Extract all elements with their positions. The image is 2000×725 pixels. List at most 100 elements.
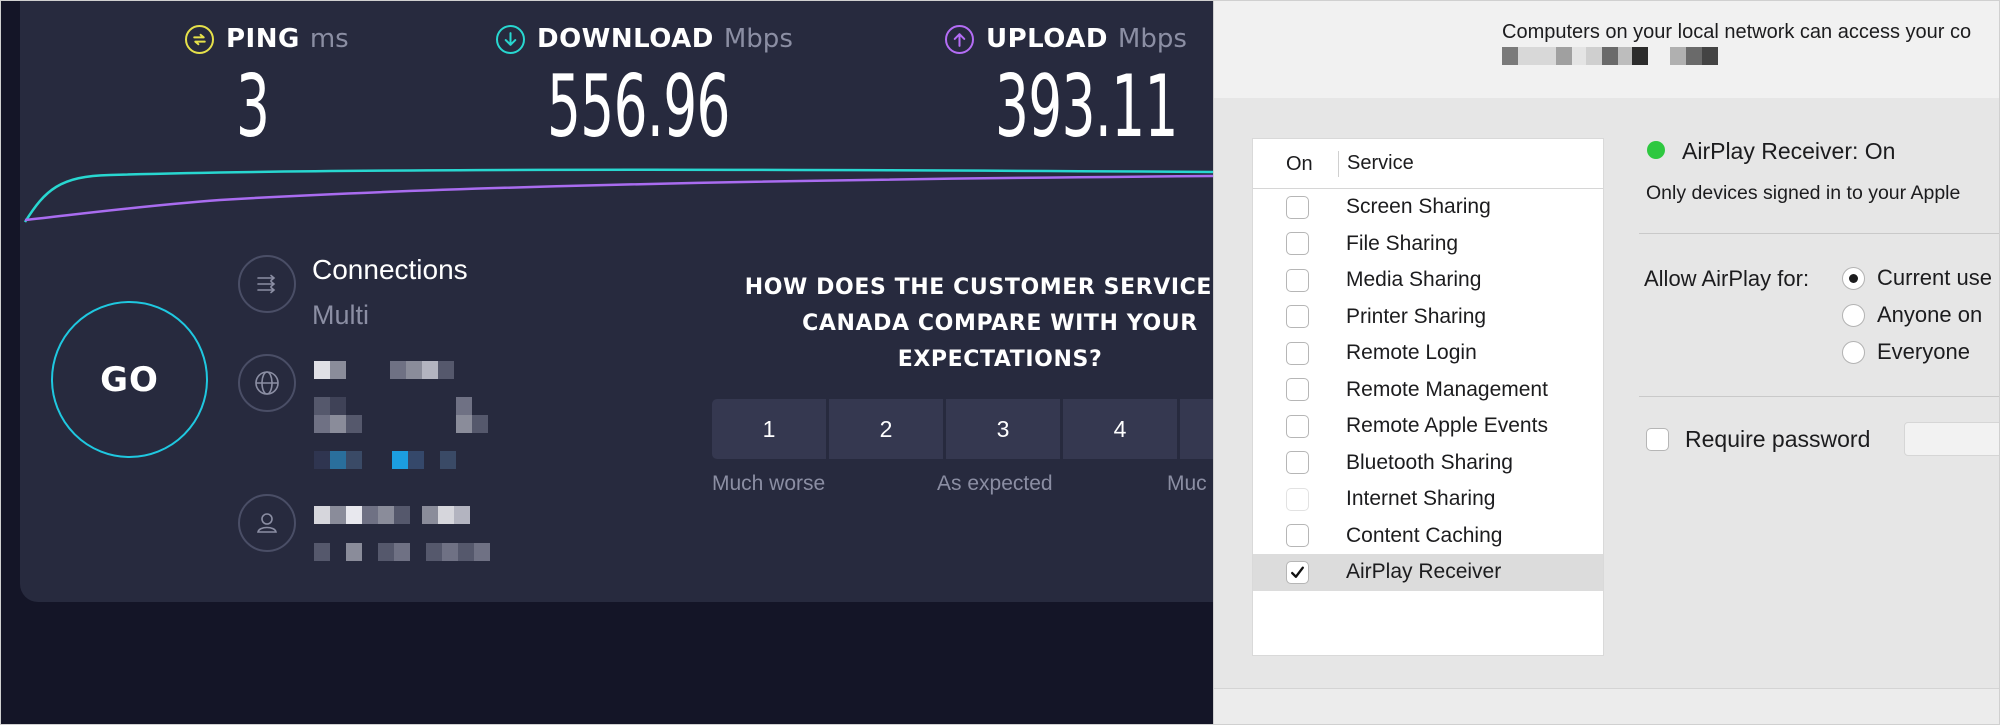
service-label: Screen Sharing: [1346, 195, 1491, 219]
upload-label: UPLOAD: [986, 24, 1108, 54]
password-field[interactable]: [1904, 422, 2000, 456]
server-change-redacted: [314, 451, 456, 469]
radio-button[interactable]: [1842, 340, 1865, 364]
radio-label: Anyone on: [1877, 302, 1983, 327]
ping-label: PING: [226, 24, 300, 54]
service-checkbox-airplay-receiver[interactable]: [1286, 560, 1309, 584]
service-row-file-sharing[interactable]: File Sharing: [1253, 226, 1603, 263]
upload-icon: [945, 24, 974, 54]
upload-speed-line: [24, 174, 1213, 222]
upload-metric: UPLOAD Mbps 393.11: [945, 22, 1213, 152]
service-row-remote-management[interactable]: Remote Management: [1253, 372, 1603, 409]
speedtest-panel: PING ms 3 DOWNLOAD Mbps 556.96 UPLOAD Mb…: [0, 0, 1213, 725]
sharing-footer: [1214, 688, 2000, 725]
server-location-redacted: [314, 397, 472, 415]
computer-name-redacted: [1502, 47, 1718, 65]
service-row-remote-apple-events[interactable]: Remote Apple Events: [1253, 408, 1603, 445]
upload-value: 393.11: [995, 57, 1178, 157]
radio-label: Current use: [1877, 265, 1992, 290]
service-checkbox-screen-sharing[interactable]: [1286, 195, 1309, 219]
ping-metric: PING ms 3: [185, 22, 349, 152]
service-label: Remote Apple Events: [1346, 414, 1548, 438]
download-icon: [496, 24, 525, 54]
checkmark-icon: [1291, 566, 1304, 578]
network-note: Computers on your local network can acce…: [1502, 21, 1972, 43]
service-checkbox-remote-login[interactable]: [1286, 341, 1309, 365]
user-icon: [238, 494, 296, 552]
globe-icon: [238, 354, 296, 412]
radio-everyone[interactable]: Everyone: [1842, 339, 1970, 365]
service-list-header: On Service: [1253, 139, 1603, 189]
sharing-settings-panel: Computers on your local network can acce…: [1213, 0, 2000, 725]
service-checkbox-remote-management[interactable]: [1286, 378, 1309, 402]
service-label: File Sharing: [1346, 231, 1459, 255]
service-row-airplay-receiver[interactable]: AirPlay Receiver: [1253, 554, 1603, 591]
isp-ip-redacted: [314, 543, 490, 561]
service-checkbox-content-caching[interactable]: [1286, 524, 1309, 548]
radio-button[interactable]: [1842, 303, 1865, 327]
radio-current-user[interactable]: Current use: [1842, 265, 1992, 291]
status-indicator: [1647, 141, 1665, 159]
service-checkbox-printer-sharing[interactable]: [1286, 305, 1309, 329]
require-password-checkbox[interactable]: [1646, 428, 1669, 451]
rating-button-4[interactable]: 4: [1063, 399, 1177, 459]
service-label: Content Caching: [1346, 523, 1503, 547]
service-checkbox-media-sharing[interactable]: [1286, 268, 1309, 292]
download-label: DOWNLOAD: [537, 24, 714, 54]
ping-icon: [185, 24, 214, 54]
rating-button-1[interactable]: 1: [712, 399, 826, 459]
sharing-header: Computers on your local network can acce…: [1214, 0, 2000, 98]
download-unit: Mbps: [723, 24, 793, 54]
download-metric: DOWNLOAD Mbps 556.96: [496, 22, 842, 152]
rating-button-5[interactable]: [1180, 399, 1213, 459]
server-host-redacted: [314, 415, 488, 433]
download-value: 556.96: [547, 57, 730, 157]
connections-value: Multi: [312, 300, 370, 330]
service-label: Bluetooth Sharing: [1346, 450, 1513, 474]
service-row-remote-login[interactable]: Remote Login: [1253, 335, 1603, 372]
server-name-redacted: [314, 361, 454, 379]
speed-graph: [23, 168, 1213, 223]
isp-name-redacted: [314, 506, 470, 524]
service-checkbox-file-sharing[interactable]: [1286, 232, 1309, 256]
rating-caption-worse: Much worse: [712, 472, 826, 495]
service-row-screen-sharing[interactable]: Screen Sharing: [1253, 189, 1603, 226]
service-checkbox-internet-sharing[interactable]: [1286, 487, 1309, 511]
service-label: AirPlay Receiver: [1346, 560, 1502, 584]
divider: [1639, 396, 2000, 397]
service-rows: Screen Sharing File Sharing Media Sharing P…: [1253, 189, 1603, 591]
connections-title: Connections: [312, 254, 468, 285]
radio-selected-dot: [1849, 273, 1858, 283]
service-label: Internet Sharing: [1346, 487, 1496, 511]
service-row-bluetooth-sharing[interactable]: Bluetooth Sharing: [1253, 445, 1603, 482]
service-checkbox-remote-apple-events[interactable]: [1286, 414, 1309, 438]
service-row-internet-sharing[interactable]: Internet Sharing: [1253, 481, 1603, 518]
service-row-printer-sharing[interactable]: Printer Sharing: [1253, 299, 1603, 336]
radio-button[interactable]: [1842, 266, 1865, 290]
ping-unit: ms: [309, 24, 349, 54]
survey-question: HOW DOES THE CUSTOMER SERVICE OF CANADA …: [744, 275, 1213, 372]
service-label: Media Sharing: [1346, 268, 1482, 292]
rating-buttons: 1 2 3 4: [712, 399, 1213, 459]
column-header-on[interactable]: On: [1253, 150, 1339, 177]
rating-caption-expected: As expected: [937, 472, 1053, 495]
radio-label: Everyone: [1877, 339, 1970, 364]
connections-icon: [238, 255, 296, 313]
rating-button-3[interactable]: 3: [946, 399, 1060, 459]
status-title: AirPlay Receiver: On: [1682, 138, 1896, 164]
require-password-label: Require password: [1685, 426, 1871, 452]
service-label: Printer Sharing: [1346, 304, 1487, 328]
column-header-service[interactable]: Service: [1339, 152, 1414, 175]
allow-airplay-label: Allow AirPlay for:: [1644, 266, 1810, 291]
radio-anyone-on-network[interactable]: Anyone on: [1842, 302, 1982, 328]
service-label: Remote Management: [1346, 377, 1548, 401]
status-description: Only devices signed in to your Apple: [1646, 182, 1961, 204]
service-label: Remote Login: [1346, 341, 1477, 365]
service-checkbox-bluetooth-sharing[interactable]: [1286, 451, 1309, 475]
service-row-content-caching[interactable]: Content Caching: [1253, 518, 1603, 555]
rating-button-2[interactable]: 2: [829, 399, 943, 459]
require-password-row[interactable]: Require password: [1646, 426, 1870, 453]
rating-caption-better: Muc: [1167, 472, 1207, 495]
go-button[interactable]: GO: [51, 301, 208, 458]
service-row-media-sharing[interactable]: Media Sharing: [1253, 262, 1603, 299]
